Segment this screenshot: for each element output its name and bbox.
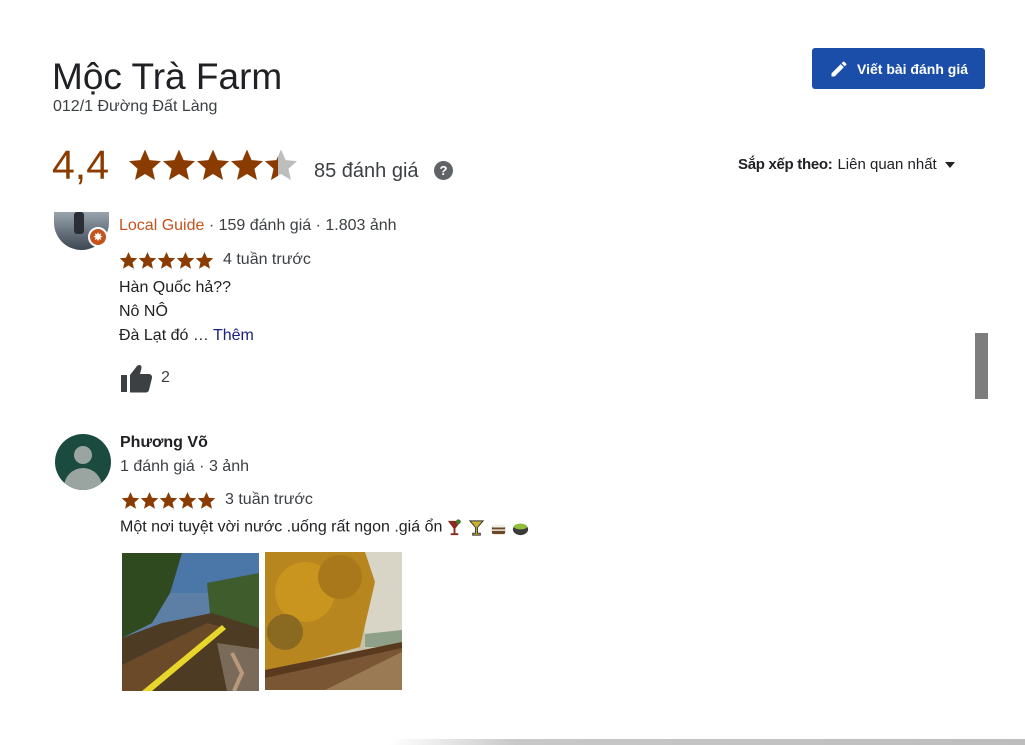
star-icon [163, 149, 195, 180]
review-text-line: Đà Lạt đó … Thêm [119, 327, 254, 344]
star-icon [129, 149, 161, 180]
reviewer-stats: · 159 đánh giá · 1.803 ảnh [204, 217, 397, 234]
matcha-icon [513, 523, 529, 536]
sort-dropdown[interactable]: Sắp xếp theo: Liên quan nhất [738, 156, 955, 173]
chevron-down-icon [944, 161, 955, 168]
rating-stars [129, 149, 297, 180]
place-title: Mộc Trà Farm [52, 56, 283, 97]
reviewer-stats: 1 đánh giá · 3 ảnh [120, 458, 249, 475]
star-icon [197, 149, 229, 180]
rating-count[interactable]: 85 đánh giá [314, 160, 419, 183]
avatar[interactable] [55, 434, 111, 490]
reviewer-name[interactable]: Phương Võ [120, 434, 208, 452]
cake-icon [492, 524, 506, 535]
rating-value: 4,4 [52, 142, 109, 188]
write-review-label: Viết bài đánh giá [857, 60, 968, 77]
like-count: 2 [161, 369, 170, 386]
divider [390, 739, 1025, 745]
review-stars [119, 252, 214, 269]
star-icon [231, 149, 263, 180]
more-link[interactable]: Thêm [213, 327, 254, 344]
local-guide-badge-icon: ✸ [88, 227, 108, 247]
partial-star-icon [265, 149, 297, 180]
sort-value: Liên quan nhất [837, 156, 937, 173]
review-photo[interactable] [265, 552, 402, 690]
martini-icon [469, 520, 485, 536]
question-circle-icon[interactable]: ? [434, 161, 453, 180]
pencil-icon [831, 60, 847, 76]
scrollbar-thumb[interactable] [975, 333, 988, 399]
review-stars [121, 492, 216, 509]
review-text: Một nơi tuyệt vời nước .uống rất ngon .g… [120, 518, 530, 537]
place-address: 012/1 Đường Đất Làng [53, 98, 218, 115]
reviewer-meta: Local Guide · 159 đánh giá · 1.803 ảnh [119, 217, 397, 235]
review-text-line: Hàn Quốc hả?? [119, 279, 232, 296]
sort-label: Sắp xếp theo: [738, 156, 833, 173]
local-guide-label[interactable]: Local Guide [119, 217, 204, 234]
write-review-button[interactable]: Viết bài đánh giá [812, 48, 985, 89]
like-button[interactable]: 2 [120, 363, 170, 393]
review-photo[interactable] [122, 553, 259, 691]
review-time: 4 tuần trước [223, 251, 311, 268]
review-text-line: Nô NÔ [119, 303, 168, 320]
review-time: 3 tuần trước [225, 491, 313, 508]
cocktail-icon [448, 519, 462, 536]
thumbs-up-icon [121, 364, 153, 393]
